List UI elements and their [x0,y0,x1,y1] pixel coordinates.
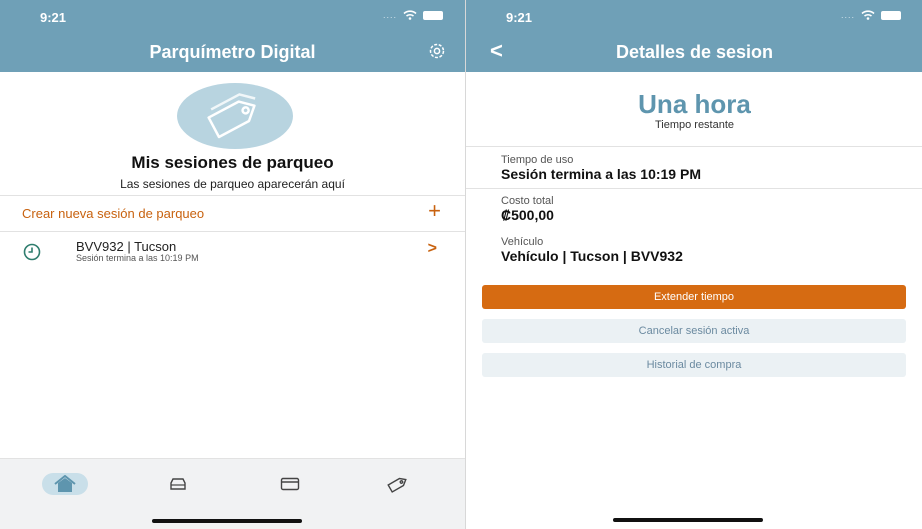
tab-home[interactable] [42,473,88,495]
tab-tags[interactable] [375,473,421,495]
divider [466,188,922,189]
header-bar: 9:21 .... < Detalles de sesion [466,0,922,72]
usage-field: Tiempo de uso Sesión termina a las 10:19… [501,154,701,182]
status-bar: 9:21 .... [466,0,922,36]
card-icon [280,477,300,491]
status-icons: .... [383,10,443,20]
vehicle-value: Vehículo | Tucson | BVV932 [501,248,683,264]
home-indicator [152,519,302,523]
battery-icon [881,10,901,20]
tab-payments[interactable] [267,473,313,495]
sessions-screen: 9:21 .... Parquímetro Digital Mis sesion… [0,0,465,529]
session-subtitle: Sesión termina a las 10:19 PM [76,253,199,263]
remaining-time-label: Tiempo restante [654,119,735,131]
usage-value: Sesión termina a las 10:19 PM [501,166,701,182]
divider [466,146,922,147]
tab-bar [0,458,465,529]
chevron-right-icon[interactable]: > [428,240,437,258]
vehicle-field: Vehículo Vehículo | Tucson | BVV932 [501,236,683,264]
session-title: BVV932 | Tucson [76,239,177,254]
tag-illustration [177,83,293,149]
signal-icon: .... [840,10,855,20]
empty-state-subtitle: Las sesiones de parqueo aparecerán aquí [120,177,345,191]
tag-icon [207,93,256,139]
home-indicator [613,518,763,522]
cost-label: Costo total [501,195,554,207]
extend-time-button[interactable]: Extender tiempo [482,285,906,309]
status-time: 9:21 [506,10,533,25]
signal-icon: .... [382,10,397,20]
wifi-icon [403,10,417,20]
header-bar: 9:21 .... Parquímetro Digital [0,0,465,72]
cancel-session-button[interactable]: Cancelar sesión activa [482,319,906,343]
session-list-item[interactable]: BVV932 | Tucson Sesión termina a las 10:… [0,232,465,272]
empty-state-title: Mis sesiones de parqueo [131,153,334,172]
status-icons: .... [841,10,901,20]
tag-icon [387,477,407,493]
car-icon [170,478,186,490]
home-icon [54,475,76,492]
vehicle-label: Vehículo [501,236,544,248]
cost-value: ₡500,00 [501,207,554,223]
cost-field: Costo total ₡500,00 [501,195,554,223]
status-bar: 9:21 .... [0,0,465,36]
create-session-row[interactable]: Crear nueva sesión de parqueo + [0,196,465,230]
battery-icon [423,10,443,20]
create-session-label[interactable]: Crear nueva sesión de parqueo [22,206,204,221]
usage-label: Tiempo de uso [501,154,574,166]
tab-vehicles[interactable] [155,473,201,495]
page-title: Parquímetro Digital [149,42,316,62]
clock-icon [23,243,41,261]
status-time: 9:21 [40,10,67,25]
page-title: Detalles de sesion [615,42,774,62]
remaining-time-value: Una hora [638,89,751,119]
wifi-icon [861,10,875,20]
session-details-screen: 9:21 .... < Detalles de sesion Una hora … [465,0,922,529]
purchase-history-button[interactable]: Historial de compra [482,353,906,377]
gear-icon[interactable] [427,41,447,61]
plus-icon[interactable]: + [428,200,441,222]
